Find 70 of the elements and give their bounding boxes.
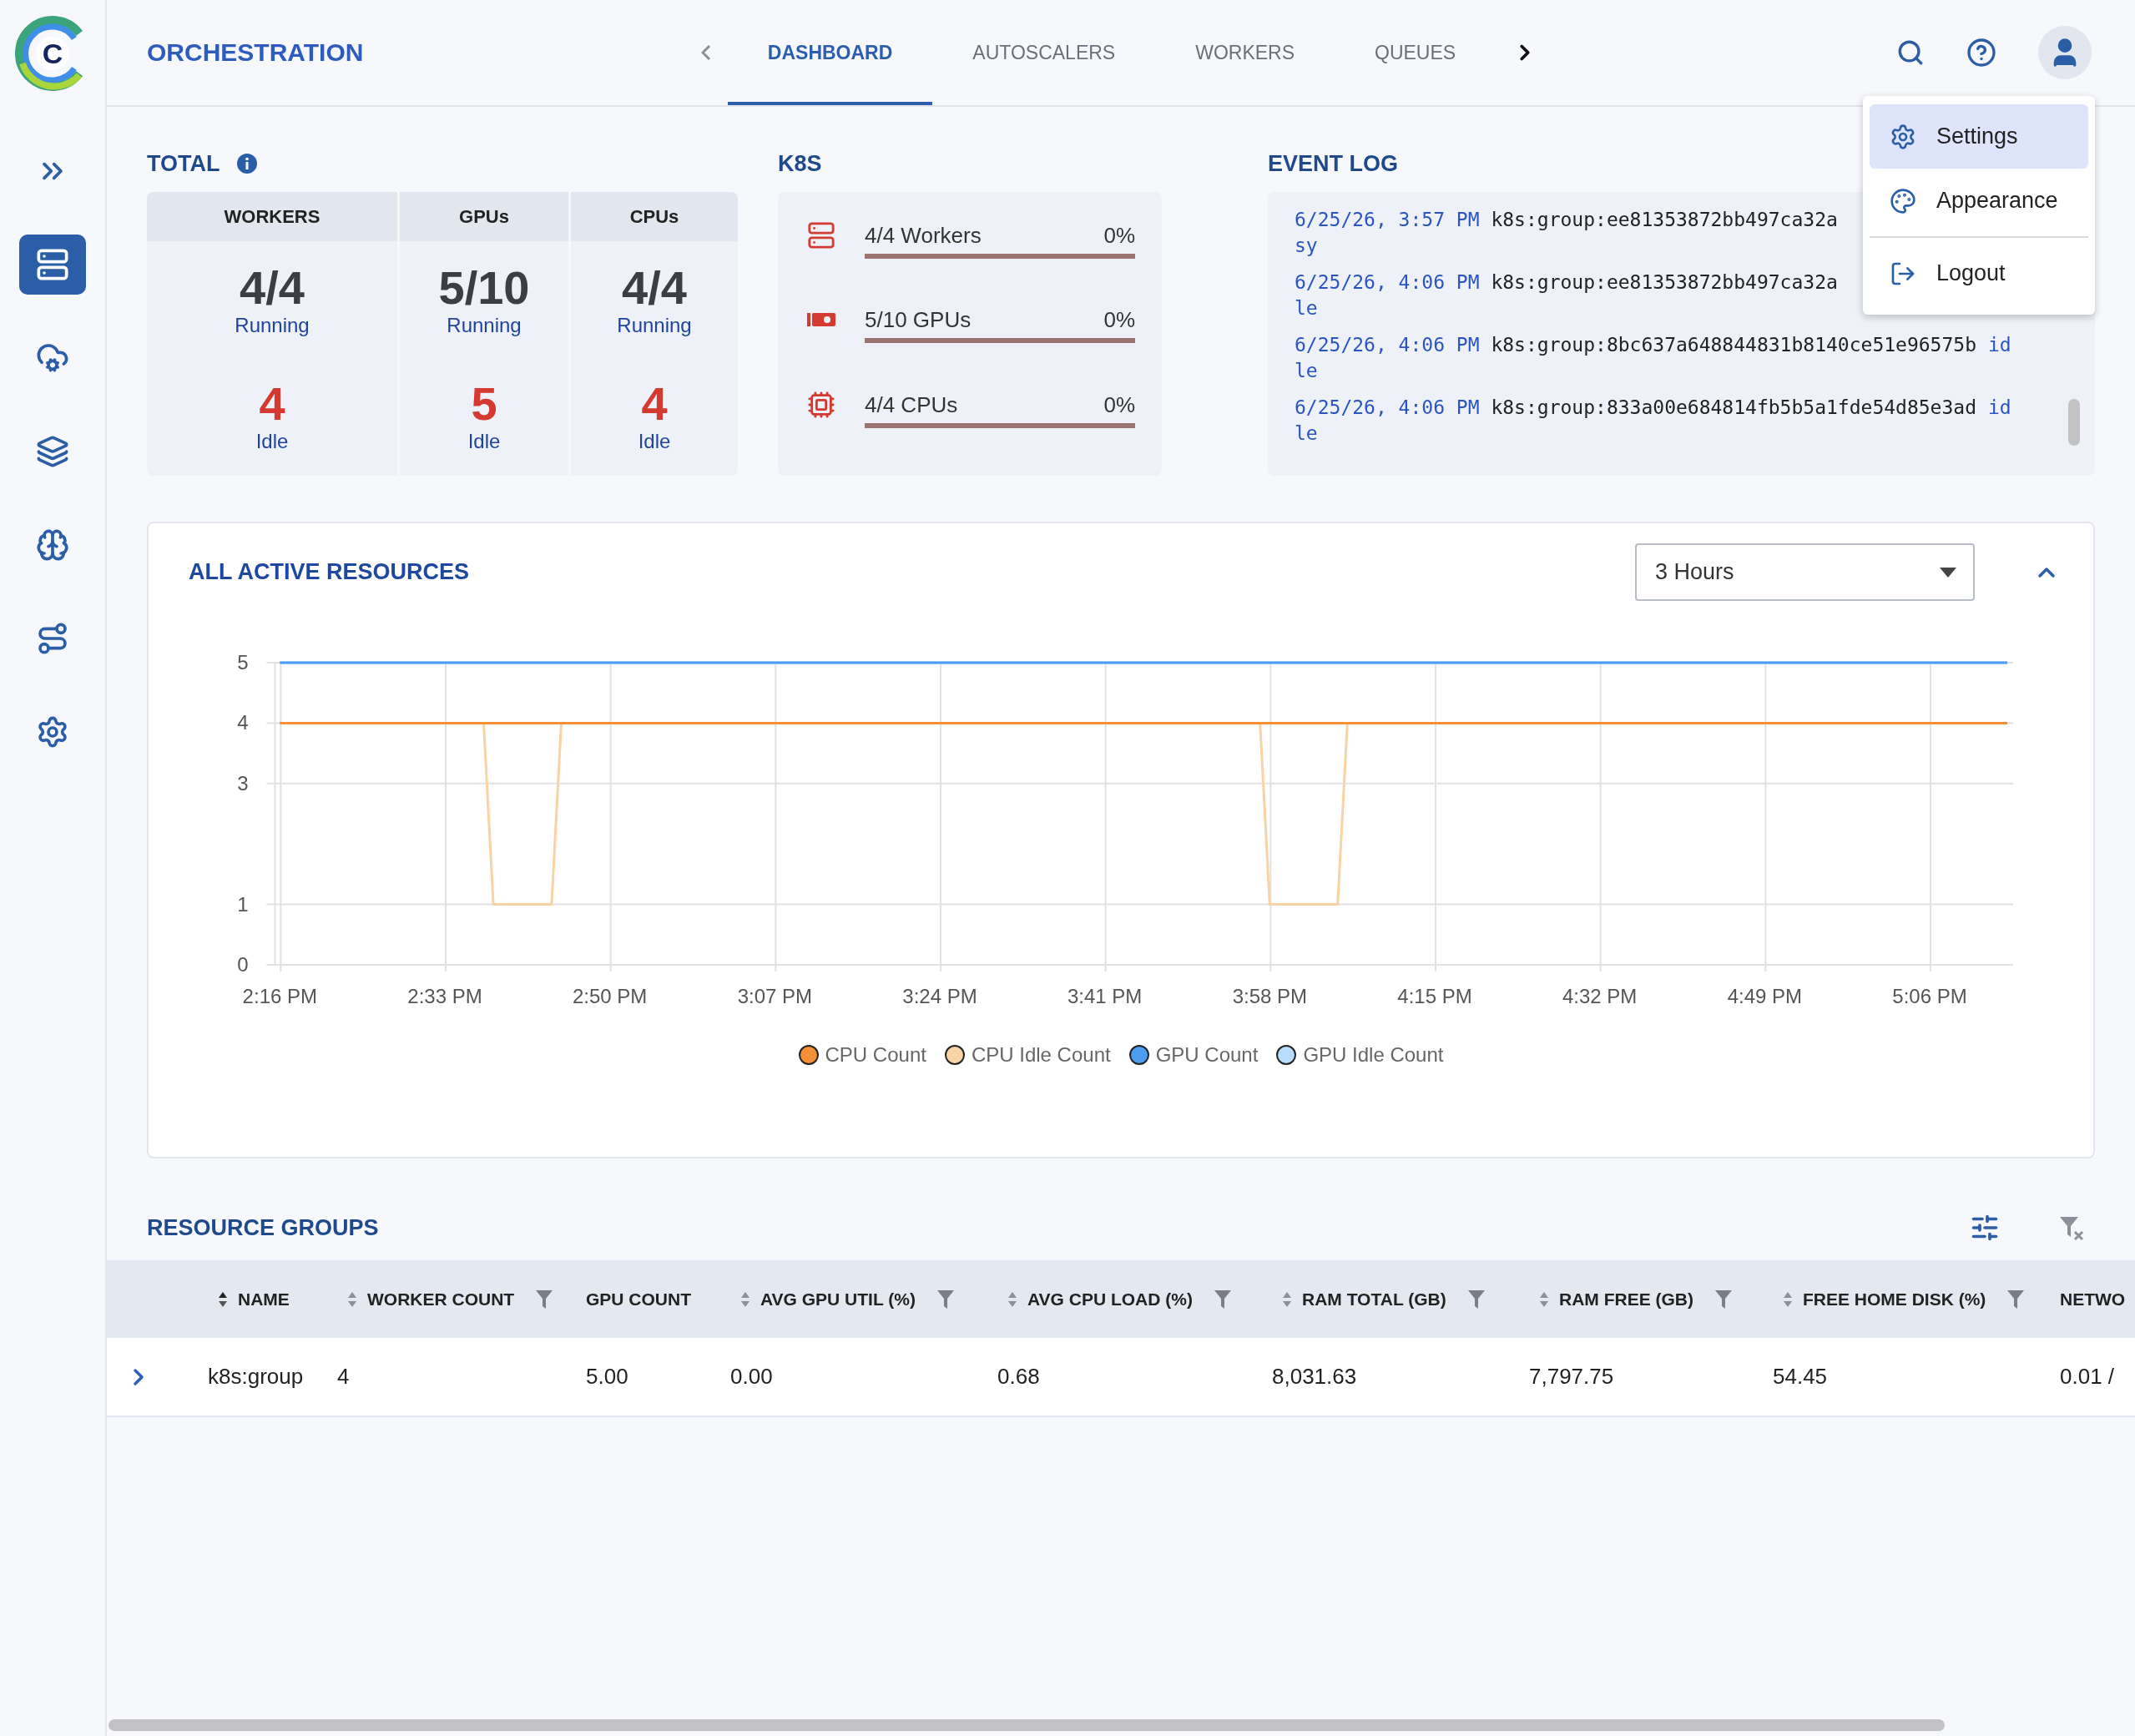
column-header: FREE HOME DISK (%) — [1803, 1289, 1986, 1310]
resource-label: 4/4 CPUs — [865, 391, 958, 418]
log-line: 6/25/26, 4:06 PM k8s:group:833a00e684814fb5b5a1fde54d85e3ad id — [1295, 396, 2011, 420]
table-cell-text: 4 — [336, 1364, 351, 1390]
axis-label: 3:41 PM — [1067, 985, 1143, 1007]
section-title: RESOURCE GROUPS — [147, 1214, 379, 1241]
log-line: 6/25/26, 3:57 PM k8s:group:ee81353872bb497ca32a — [1295, 208, 1838, 232]
logo: C — [13, 13, 93, 93]
running-label: Running — [235, 313, 310, 338]
axis-label: 5 — [237, 651, 249, 674]
usage-percent: 0% — [1103, 391, 1135, 418]
column-header: AVG CPU LOAD (%) — [1027, 1289, 1193, 1310]
running-label: Running — [617, 313, 692, 338]
running-count: 5/10 — [438, 263, 530, 313]
axis-label: 3:07 PM — [737, 985, 812, 1007]
table-cell-text: 54.45 — [1772, 1364, 1829, 1390]
section-title: K8S — [778, 150, 822, 177]
running-count: 4/4 — [622, 263, 687, 313]
table-cell-text: 5.00 — [585, 1364, 629, 1390]
column-header: CPUs — [571, 192, 738, 241]
log-line: le — [1295, 359, 1318, 383]
axis-label: 4:49 PM — [1727, 985, 1803, 1007]
idle-count: 4 — [641, 379, 668, 429]
section-title: EVENT LOG — [1268, 150, 1398, 177]
table-cell-text: 7,797.75 — [1528, 1364, 1615, 1390]
column-header: NAME — [238, 1289, 290, 1310]
axis-label: 4 — [237, 711, 249, 734]
column-header: WORKER COUNT — [367, 1289, 515, 1310]
running-label: Running — [447, 313, 522, 338]
axis-label: 3:58 PM — [1232, 985, 1307, 1007]
axis-label: 2:50 PM — [572, 985, 648, 1007]
log-line: le — [1295, 296, 1318, 320]
column-header: RAM FREE (GB) — [1559, 1289, 1693, 1310]
running-count: 4/4 — [240, 263, 305, 313]
axis-label: 3:24 PM — [902, 985, 977, 1007]
usage-percent: 0% — [1103, 222, 1135, 249]
axis-label: 5:06 PM — [1892, 985, 1967, 1007]
axis-label: 4:32 PM — [1562, 985, 1638, 1007]
axis-label: 1 — [237, 892, 249, 916]
column-header: NETWO — [2060, 1289, 2126, 1310]
table-cell-text: 0.00 — [729, 1364, 774, 1390]
column-header: GPUs — [400, 192, 568, 241]
table-cell-text: 8,031.63 — [1271, 1364, 1358, 1390]
column-header: WORKERS — [147, 192, 397, 241]
resource-label: 4/4 Workers — [865, 222, 982, 249]
idle-label: Idle — [255, 429, 289, 454]
table-cell-text: k8s:group — [207, 1364, 305, 1390]
table-cell-text: 0.68 — [997, 1364, 1041, 1390]
log-line: le — [1295, 421, 1318, 446]
axis-label: 2:33 PM — [407, 985, 482, 1007]
page-title: ORCHESTRATION — [147, 38, 365, 67]
idle-label: Idle — [467, 429, 501, 454]
column-header: GPU COUNT — [586, 1289, 691, 1310]
column-header: AVG GPU UTIL (%) — [760, 1289, 916, 1310]
axis-label: 0 — [237, 953, 249, 976]
log-line: 6/25/26, 4:06 PM k8s:group:8bc637a648844831b8140ce51e96575b id — [1295, 333, 2011, 357]
axis-label: 3 — [237, 771, 249, 795]
resource-label: 5/10 GPUs — [865, 306, 972, 334]
column-header: RAM TOTAL (GB) — [1302, 1289, 1446, 1310]
idle-count: 5 — [471, 379, 497, 429]
section-title: TOTAL — [147, 150, 220, 177]
usage-percent: 0% — [1103, 306, 1135, 334]
log-line: sy — [1295, 234, 1318, 258]
axis-label: 4:15 PM — [1397, 985, 1472, 1007]
axis-label: 2:16 PM — [242, 985, 317, 1007]
idle-label: Idle — [638, 429, 671, 454]
idle-count: 4 — [259, 379, 285, 429]
log-line: 6/25/26, 4:06 PM k8s:group:ee81353872bb497ca32a — [1295, 270, 1838, 295]
chart-title: ALL ACTIVE RESOURCES — [189, 559, 471, 585]
table-cell-text: 0.01 / — [2059, 1364, 2116, 1390]
